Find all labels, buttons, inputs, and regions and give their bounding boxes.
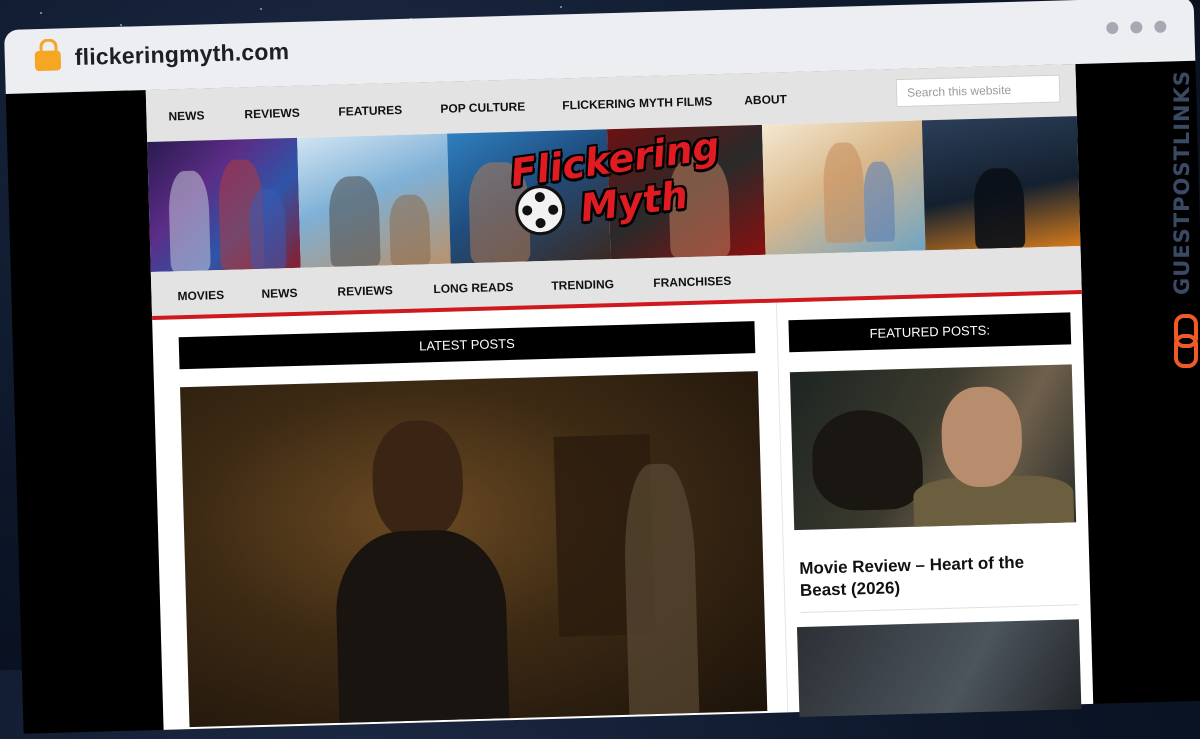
featured-post-image-2[interactable] [796,619,1082,718]
watermark: GUESTPOSTLINKS [1170,70,1200,370]
window-dot-icon [1106,21,1119,35]
subnav-movies[interactable]: MOVIES [177,288,224,303]
search-box [895,74,1061,108]
chain-link-icon [1174,314,1198,368]
nav-flickering-myth-films[interactable]: FLICKERING MYTH FILMS [562,94,712,112]
film-reel-icon [514,184,566,236]
nav-news[interactable]: NEWS [168,108,204,123]
lock-icon [34,38,62,72]
banner-poster [297,133,451,268]
column-divider [775,302,789,713]
subnav-franchises[interactable]: FRANCHISES [653,274,731,290]
window-controls [1094,20,1167,40]
site-logo[interactable]: Flickering Myth [508,124,722,242]
subnav-reviews[interactable]: REVIEWS [337,283,393,299]
featured-separator [800,604,1079,613]
featured-post-image[interactable] [789,364,1077,531]
url-text[interactable]: flickeringmyth.com [74,38,289,71]
featured-posts-heading: FEATURED POSTS: [788,312,1072,353]
window-dot-icon [1154,20,1167,33]
nav-reviews[interactable]: REVIEWS [244,106,300,122]
subnav-news[interactable]: NEWS [261,286,297,301]
browser-window: flickeringmyth.com NEWS REVIEWS FEATURES… [4,0,1200,734]
watermark-text: GUESTPOSTLINKS [1170,70,1194,295]
subnav-long-reads[interactable]: LONG READS [433,280,513,296]
latest-posts-heading: LATEST POSTS [178,321,756,370]
featured-post-title[interactable]: Movie Review – Heart of the Beast (2026) [799,550,1070,602]
website: NEWS REVIEWS FEATURES POP CULTURE FLICKE… [145,64,1094,730]
page-viewport: NEWS REVIEWS FEATURES POP CULTURE FLICKE… [5,60,1200,734]
banner-poster [147,137,301,272]
subnav-trending[interactable]: TRENDING [551,277,614,293]
search-input[interactable] [904,80,1056,101]
latest-post-image[interactable] [180,371,768,728]
banner-poster [921,116,1081,251]
banner-poster [761,120,926,255]
nav-about[interactable]: ABOUT [744,92,787,107]
window-dot-icon [1130,21,1143,34]
nav-features[interactable]: FEATURES [338,103,402,119]
nav-pop-culture[interactable]: POP CULTURE [440,99,525,115]
